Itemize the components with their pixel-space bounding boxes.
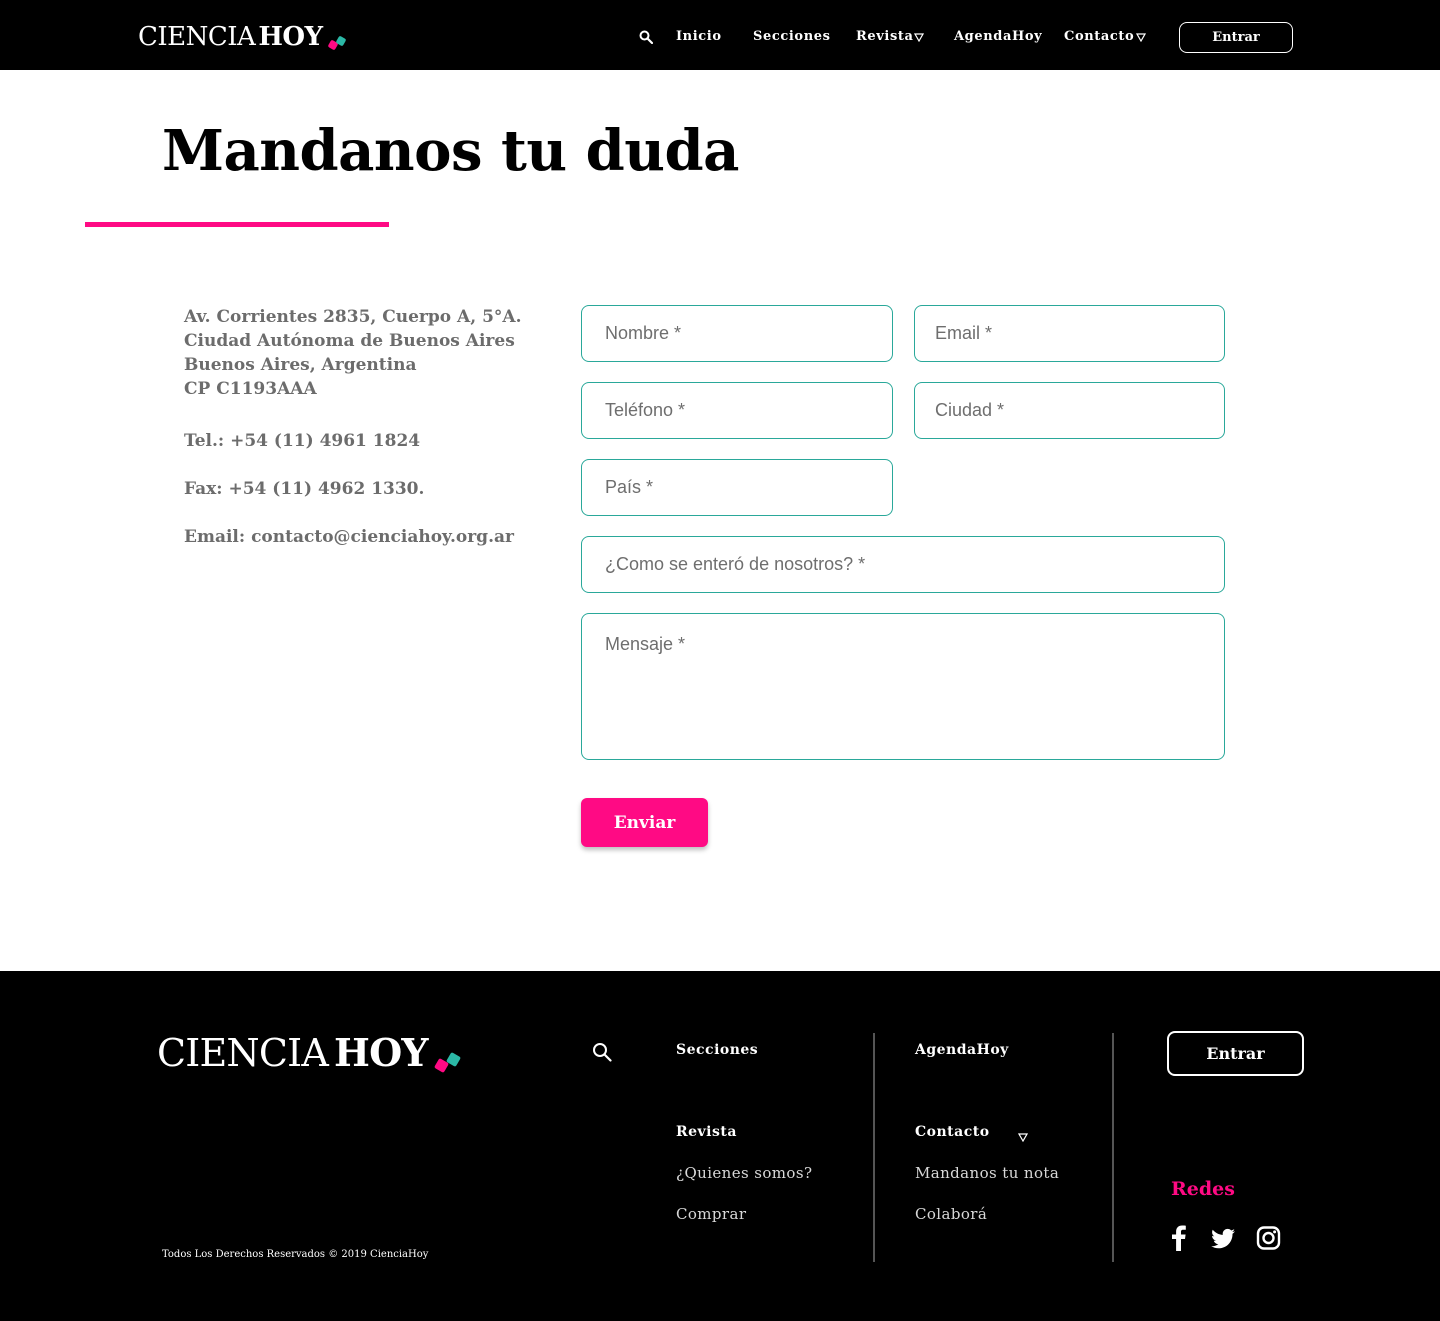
email-field[interactable] bbox=[914, 305, 1225, 362]
revista-dropdown-icon[interactable] bbox=[914, 33, 924, 42]
footer-revista-link[interactable]: Revista bbox=[676, 1124, 737, 1140]
contact-fax: Fax: +54 (11) 4962 1330. bbox=[184, 479, 425, 499]
mensaje-field[interactable] bbox=[581, 613, 1225, 760]
como-se-entero-field[interactable] bbox=[581, 536, 1225, 593]
logo-word-ciencia: CIENCIA bbox=[138, 22, 256, 52]
footer-divider-2 bbox=[1112, 1033, 1114, 1262]
logo-hexagons-icon bbox=[327, 34, 347, 51]
footer-logo-word-hoy: HOY bbox=[334, 1030, 429, 1075]
contact-phone: Tel.: +54 (11) 4961 1824 bbox=[184, 431, 421, 451]
nav-contacto[interactable]: Contacto bbox=[1064, 29, 1134, 44]
footer-secciones-link[interactable]: Secciones bbox=[676, 1042, 758, 1058]
facebook-icon[interactable] bbox=[1167, 1224, 1193, 1252]
contact-email[interactable]: Email: contacto@cienciahoy.org.ar bbox=[184, 525, 514, 549]
redes-heading: Redes bbox=[1171, 1178, 1235, 1200]
nav-secciones[interactable]: Secciones bbox=[753, 29, 831, 44]
footer-logo-word-ciencia: CIENCIA bbox=[157, 1031, 329, 1075]
footer-contacto-link[interactable]: Contacto bbox=[915, 1124, 990, 1140]
logo-word-hoy: HOY bbox=[258, 22, 323, 52]
address-line-2: Ciudad Autónoma de Buenos Aires bbox=[184, 331, 515, 351]
footer-comprar-link[interactable]: Comprar bbox=[676, 1205, 746, 1223]
telefono-field[interactable] bbox=[581, 382, 893, 439]
ciudad-field[interactable] bbox=[914, 382, 1225, 439]
footer-colabora-link[interactable]: Colaborá bbox=[915, 1205, 987, 1223]
copyright-text: Todos Los Derechos Reservados © 2019 Cie… bbox=[162, 1249, 429, 1260]
footer-divider-1 bbox=[873, 1033, 875, 1262]
footer bbox=[0, 971, 1440, 1321]
footer-logo[interactable]: CIENCIA HOY bbox=[157, 1030, 462, 1075]
nav-inicio[interactable]: Inicio bbox=[676, 29, 722, 44]
footer-agendahoy-link[interactable]: AgendaHoy bbox=[915, 1042, 1009, 1058]
footer-mandanos-nota-link[interactable]: Mandanos tu nota bbox=[915, 1164, 1059, 1182]
footer-quienes-somos-link[interactable]: ¿Quienes somos? bbox=[676, 1164, 812, 1182]
instagram-icon[interactable] bbox=[1256, 1224, 1281, 1252]
nombre-field[interactable] bbox=[581, 305, 893, 362]
address-postal-code: CP C1193AAA bbox=[184, 379, 317, 399]
address-line-3: Buenos Aires, Argentina bbox=[184, 355, 417, 375]
site-logo[interactable]: CIENCIA HOY bbox=[138, 22, 347, 52]
contacto-dropdown-icon[interactable] bbox=[1136, 33, 1146, 42]
page-title: Mandanos tu duda bbox=[162, 118, 739, 184]
footer-login-button[interactable]: Entrar bbox=[1167, 1031, 1304, 1076]
twitter-icon[interactable] bbox=[1209, 1224, 1237, 1252]
title-underline bbox=[85, 222, 389, 227]
enviar-button[interactable]: Enviar bbox=[581, 798, 708, 847]
nav-revista[interactable]: Revista bbox=[856, 29, 914, 44]
login-button[interactable]: Entrar bbox=[1179, 22, 1293, 53]
pais-field[interactable] bbox=[581, 459, 893, 516]
search-icon[interactable] bbox=[639, 30, 653, 44]
footer-contacto-dropdown-icon[interactable] bbox=[1018, 1133, 1028, 1142]
nav-agendahoy[interactable]: AgendaHoy bbox=[954, 29, 1042, 44]
address-line-1: Av. Corrientes 2835, Cuerpo A, 5°A. bbox=[184, 307, 522, 327]
footer-logo-hexagons-icon bbox=[433, 1050, 462, 1074]
footer-search-icon[interactable] bbox=[592, 1042, 612, 1062]
